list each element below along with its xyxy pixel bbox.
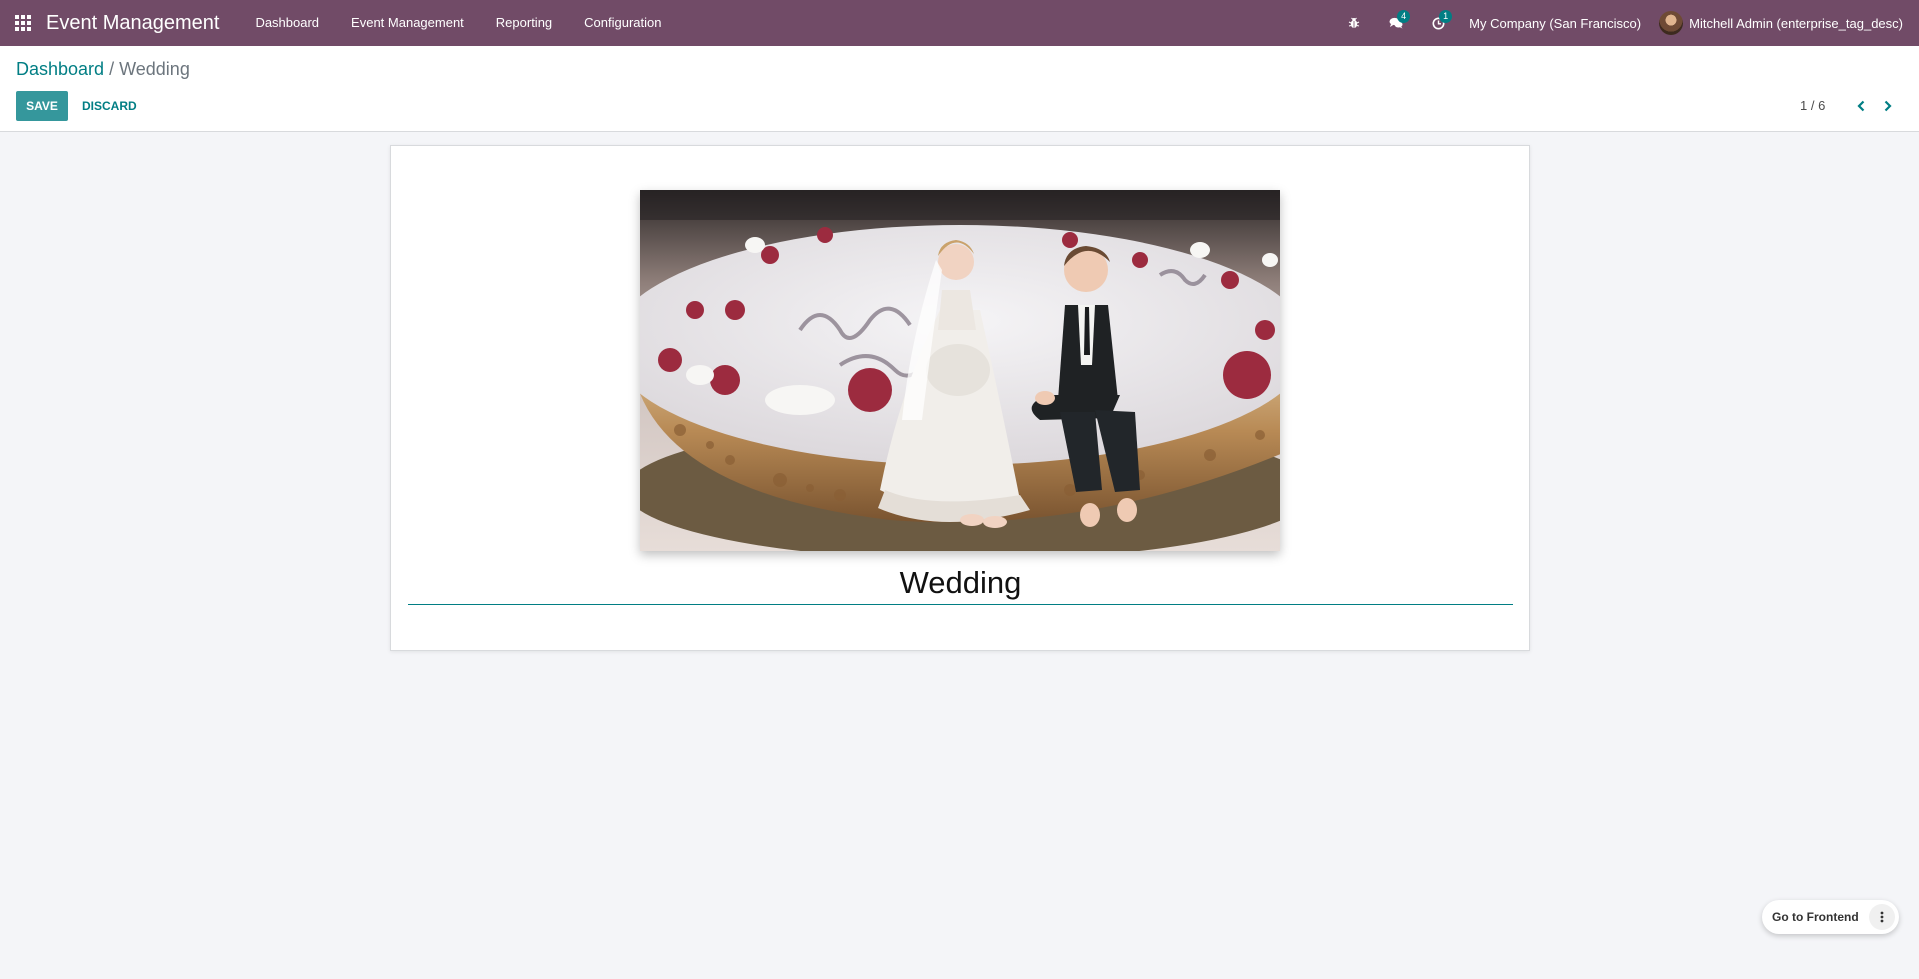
- menu-item-dashboard[interactable]: Dashboard: [239, 0, 335, 46]
- wedding-cake-photo: [640, 190, 1280, 551]
- pager-value[interactable]: 1 / 6: [1800, 98, 1825, 113]
- activities-count-badge: 1: [1439, 10, 1453, 23]
- app-brand[interactable]: Event Management: [46, 12, 219, 35]
- chevron-right-icon: [1884, 100, 1892, 112]
- apps-menu-button[interactable]: [0, 0, 46, 46]
- frontend-toolbar: Go to Frontend: [1762, 900, 1899, 934]
- breadcrumb-separator: /: [109, 59, 115, 79]
- company-switcher[interactable]: My Company (San Francisco): [1459, 16, 1659, 31]
- menu-item-configuration[interactable]: Configuration: [568, 0, 677, 46]
- debug-button[interactable]: [1333, 0, 1375, 46]
- control-panel: Dashboard / Wedding SAVE DISCARD 1 / 6: [0, 46, 1919, 132]
- form-sheet: [390, 145, 1530, 651]
- more-options-button[interactable]: [1868, 904, 1895, 930]
- save-button[interactable]: SAVE: [16, 91, 68, 121]
- messages-count-badge: 4: [1397, 10, 1411, 23]
- main-menu: Dashboard Event Management Reporting Con…: [239, 0, 677, 46]
- user-menu[interactable]: Mitchell Admin (enterprise_tag_desc): [1659, 11, 1919, 35]
- top-navbar: Event Management Dashboard Event Managem…: [0, 0, 1919, 46]
- go-to-frontend-button[interactable]: Go to Frontend: [1772, 910, 1869, 924]
- breadcrumb: Dashboard / Wedding: [16, 59, 190, 80]
- pager-previous-button[interactable]: [1849, 94, 1873, 118]
- breadcrumb-dashboard-link[interactable]: Dashboard: [16, 59, 104, 79]
- avatar: [1659, 11, 1684, 35]
- vertical-dots-icon: [1880, 911, 1884, 923]
- discard-button[interactable]: DISCARD: [72, 91, 147, 121]
- apps-grid-icon: [15, 15, 31, 31]
- menu-item-event-management[interactable]: Event Management: [335, 0, 480, 46]
- event-type-name-field[interactable]: [408, 561, 1513, 605]
- cover-image[interactable]: [640, 190, 1280, 551]
- systray: 4 1 My Company (San Francisco) Mitchell …: [1333, 0, 1919, 46]
- menu-item-reporting[interactable]: Reporting: [480, 0, 568, 46]
- user-name: Mitchell Admin (enterprise_tag_desc): [1689, 15, 1903, 31]
- bug-icon: [1348, 17, 1360, 28]
- activities-button[interactable]: 1: [1417, 0, 1459, 46]
- chevron-left-icon: [1857, 100, 1865, 112]
- messages-button[interactable]: 4: [1375, 0, 1417, 46]
- breadcrumb-current: Wedding: [119, 59, 190, 79]
- pager-next-button[interactable]: [1876, 94, 1900, 118]
